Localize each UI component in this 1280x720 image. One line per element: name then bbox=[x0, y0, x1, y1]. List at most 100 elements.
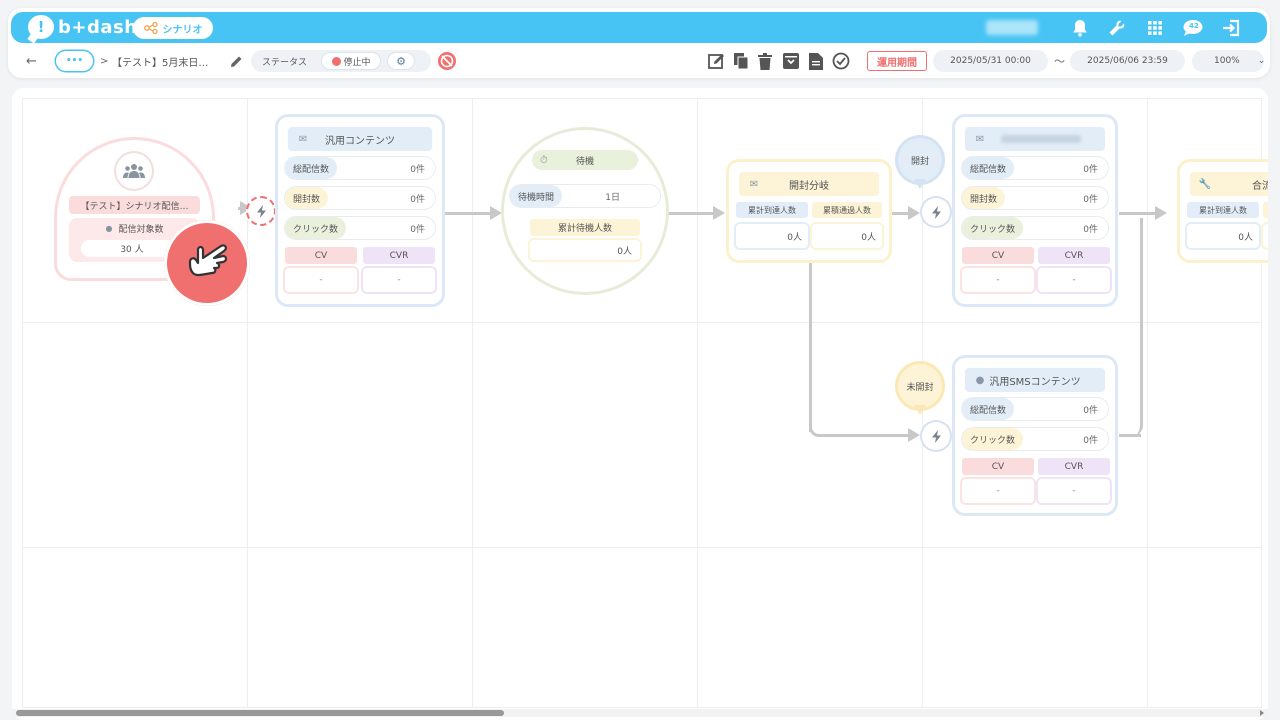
content-node-header: ✉ 汎用コンテンツ bbox=[288, 127, 432, 151]
wait-time-label: 待機時間 bbox=[510, 185, 563, 207]
start-datetime-input[interactable]: 2025/05/31 00:00 bbox=[933, 50, 1048, 72]
scenario-chip[interactable]: シナリオ bbox=[133, 17, 213, 39]
status-badge[interactable]: 停止中 bbox=[321, 52, 382, 70]
more-button[interactable]: ••• bbox=[56, 51, 93, 71]
opened-pin-tail bbox=[914, 179, 926, 189]
content-node-1[interactable]: ✉ 汎用コンテンツ 総配信数 0件 開封数 0件 クリック数 0件 CV - CVR … bbox=[278, 117, 442, 304]
cv-label: CV bbox=[285, 247, 357, 264]
horizontal-scroll-thumb[interactable] bbox=[16, 710, 504, 716]
app-header: ! b+dash シナリオ 42 bbox=[11, 12, 1267, 43]
trigger-bolt-icon[interactable] bbox=[246, 196, 276, 226]
stat-label: クリック数 bbox=[285, 217, 347, 239]
cvr-box: CVR - bbox=[1038, 247, 1110, 295]
wait-node[interactable]: ⏱ 待機 待機時間 1日 累計待機人数 0人 bbox=[504, 130, 666, 292]
stat-value: 0件 bbox=[410, 194, 425, 205]
stat-label: 総配信数 bbox=[962, 398, 1015, 420]
logo-mark-icon: ! bbox=[28, 15, 54, 39]
chat-badge-count: 42 bbox=[1189, 22, 1199, 30]
stat-row: クリック数 0件 bbox=[962, 428, 1108, 450]
pointer-hand-icon bbox=[164, 220, 250, 306]
wrench-icon[interactable] bbox=[1106, 18, 1128, 38]
scroll-right-arrow[interactable] bbox=[1260, 710, 1264, 716]
merge-header: 🔧 合流 bbox=[1190, 172, 1268, 196]
cvr-value: - bbox=[1038, 268, 1110, 292]
stat-row: 開封数 0件 bbox=[285, 187, 435, 209]
stat-row: 総配信数 0件 bbox=[962, 157, 1108, 179]
branch-title: 開封分岐 bbox=[789, 180, 829, 192]
mail-icon: ✉ bbox=[298, 133, 308, 145]
cvr-label: CVR bbox=[363, 247, 435, 264]
status-group: ステータス 停止中 ⚙ bbox=[251, 50, 431, 72]
breadcrumb-separator: > bbox=[100, 55, 109, 67]
scenario-chip-label: シナリオ bbox=[162, 24, 203, 36]
status-settings-button[interactable]: ⚙ bbox=[387, 52, 416, 70]
branch-col2-value: 0人 bbox=[812, 224, 882, 248]
no-target-icon[interactable] bbox=[437, 46, 457, 76]
document-icon[interactable] bbox=[809, 46, 823, 76]
segment-avatar bbox=[116, 153, 152, 189]
bell-icon[interactable] bbox=[1069, 18, 1091, 38]
flow-arrow bbox=[444, 206, 502, 220]
end-datetime-input[interactable]: 2025/06/06 23:59 bbox=[1070, 50, 1185, 72]
merge-col1-label: 累計到達人数 bbox=[1187, 202, 1259, 218]
wait-count-label: 累計待機人数 bbox=[530, 219, 640, 236]
users-icon bbox=[123, 164, 145, 178]
unopened-pin: 未開封 bbox=[898, 364, 942, 408]
apps-grid-icon[interactable] bbox=[1144, 18, 1166, 38]
edit-icon[interactable] bbox=[708, 46, 726, 76]
sms-node-title: 汎用SMSコンテンツ bbox=[989, 376, 1081, 388]
check-circle-icon[interactable] bbox=[832, 46, 850, 76]
flow-arrow bbox=[892, 206, 920, 220]
trash-icon[interactable] bbox=[758, 46, 772, 76]
target-label: 配信対象数 bbox=[118, 225, 164, 235]
stat-label: 開封数 bbox=[962, 187, 1006, 209]
branch-header: ✉ 開封分岐 bbox=[739, 172, 879, 196]
content-node-title-blurred bbox=[1001, 135, 1081, 143]
stat-value: 0件 bbox=[1083, 194, 1098, 205]
cv-label: CV bbox=[962, 247, 1034, 264]
opened-bolt-icon[interactable] bbox=[922, 198, 950, 226]
chevron-down-icon: ⌄ bbox=[1257, 56, 1266, 66]
pause-icon bbox=[331, 56, 341, 66]
wait-time-row: 待機時間 1日 bbox=[510, 185, 660, 207]
cv-box: CV - bbox=[962, 247, 1034, 295]
merge-node[interactable]: 🔧 合流 累計到達人数 0人 bbox=[1180, 162, 1268, 260]
top-bar: ! b+dash シナリオ 42 ← ••• > 【テスト】5月末日… ステータ… bbox=[8, 8, 1270, 78]
opened-pin: 開封 bbox=[898, 138, 942, 182]
cvr-box: CVR - bbox=[363, 247, 435, 295]
app-logo[interactable]: ! b+dash bbox=[28, 15, 138, 39]
cvr-value: - bbox=[1038, 479, 1110, 503]
cv-value: - bbox=[962, 479, 1034, 503]
flow-arrow bbox=[667, 206, 725, 220]
zoom-value: 100% bbox=[1214, 56, 1240, 66]
stat-label: 総配信数 bbox=[962, 157, 1015, 179]
stat-value: 0件 bbox=[1083, 405, 1098, 416]
stat-label: 開封数 bbox=[285, 187, 329, 209]
scenario-canvas[interactable]: 【テスト】シナリオ配信… ● 配信対象数 30 人 ✉ 汎用コンテンツ 総配信数… bbox=[12, 88, 1268, 720]
scenario-flow-icon bbox=[143, 22, 158, 34]
cv-box: CV - bbox=[285, 247, 357, 295]
branch-col1-value: 0人 bbox=[736, 224, 808, 248]
period-label: 運用期間 bbox=[867, 51, 927, 71]
content-node-2[interactable]: ✉ 総配信数 0件 開封数 0件 クリック数 0件 CV - CVR - bbox=[955, 117, 1115, 304]
back-button[interactable]: ← bbox=[26, 46, 37, 76]
merge-col1-value: 0人 bbox=[1187, 224, 1259, 248]
stat-label: 総配信数 bbox=[285, 157, 338, 179]
zoom-select[interactable]: 100% ⌄ bbox=[1192, 50, 1266, 72]
logout-icon[interactable] bbox=[1221, 18, 1243, 38]
horizontal-scrollbar[interactable] bbox=[12, 709, 1268, 717]
flow-arrow bbox=[238, 201, 252, 215]
user-name-blurred bbox=[986, 20, 1038, 35]
logo-text: b+dash bbox=[58, 16, 138, 38]
branch-node[interactable]: ✉ 開封分岐 累計到達人数 累積通過人数 0人 0人 bbox=[729, 162, 889, 260]
stat-row: クリック数 0件 bbox=[285, 217, 435, 239]
archive-icon[interactable] bbox=[783, 46, 799, 76]
copy-icon[interactable] bbox=[733, 46, 749, 76]
content-node-title: 汎用コンテンツ bbox=[325, 135, 395, 147]
edit-title-icon[interactable] bbox=[230, 46, 243, 76]
chat-bubble-icon[interactable]: 42 bbox=[1182, 18, 1204, 38]
sms-node[interactable]: ● 汎用SMSコンテンツ 総配信数 0件 クリック数 0件 CV - CVR - bbox=[955, 358, 1115, 513]
wait-header: ⏱ 待機 bbox=[532, 150, 638, 170]
open-mail-icon: ✉ bbox=[749, 178, 759, 190]
unopened-bolt-icon[interactable] bbox=[922, 422, 950, 450]
